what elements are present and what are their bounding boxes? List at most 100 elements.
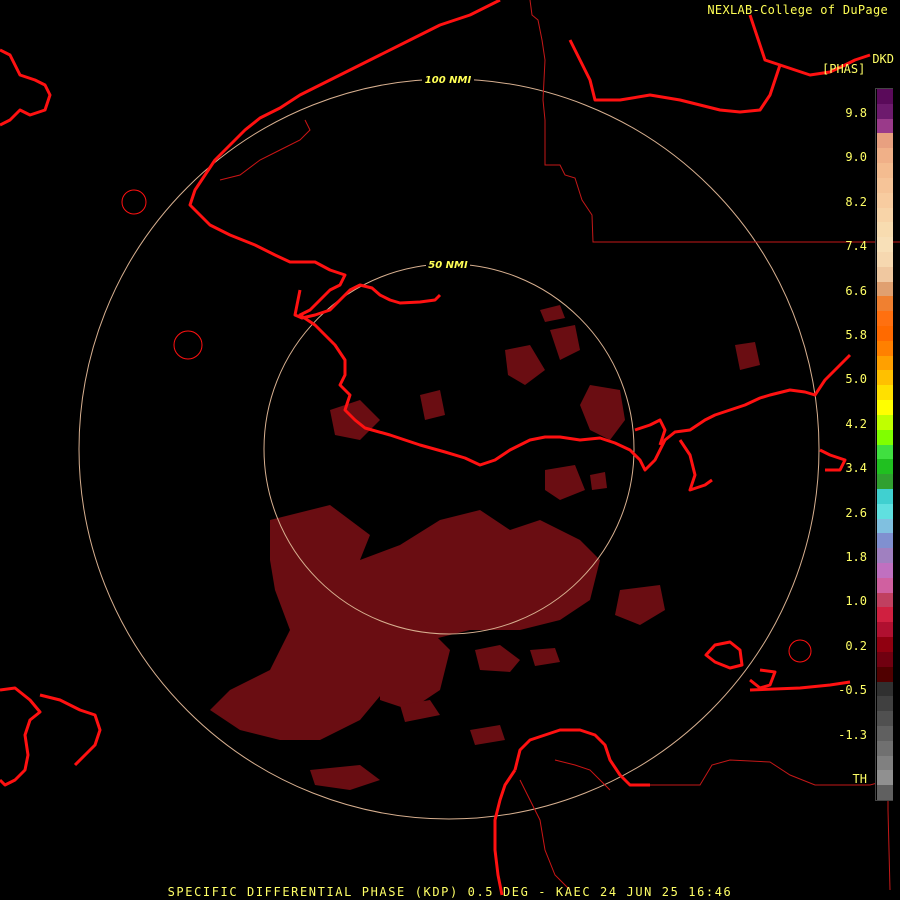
color-scale-segment	[877, 622, 893, 638]
color-scale-tick: 5.0	[845, 372, 867, 387]
color-scale-segment	[877, 681, 893, 697]
color-scale-tick: 3.4	[845, 461, 867, 476]
color-scale-tick: 5.8	[845, 328, 867, 342]
coastline	[0, 48, 52, 127]
color-scale-tick: 4.2	[845, 416, 867, 431]
color-scale-segment	[877, 281, 893, 297]
color-scale-segment	[877, 296, 893, 312]
color-scale-segment	[877, 429, 893, 445]
shoreline	[219, 119, 311, 181]
color-scale-segment	[877, 651, 893, 667]
color-scale-segment	[877, 370, 893, 386]
color-scale-segment	[877, 696, 893, 712]
color-scale-tick: 1.8	[845, 550, 867, 564]
radar-map: 100 NMI 50 NMI	[0, 0, 900, 896]
color-scale-tick: -1.3	[838, 727, 867, 742]
color-scale-segment	[877, 503, 893, 519]
shoreline-detail	[219, 119, 611, 891]
echo-region	[590, 472, 607, 490]
color-scale-segment	[877, 444, 893, 460]
color-scale-segment	[877, 607, 893, 623]
product-code: DKD	[872, 52, 894, 66]
coastline	[513, 728, 650, 787]
color-scale-segment	[877, 592, 893, 608]
coastline	[678, 439, 713, 492]
ring-label-50-nmi: 50 NMI	[428, 260, 468, 271]
coastline	[634, 418, 667, 446]
color-scale-segment	[877, 711, 893, 727]
color-scale-segment	[877, 385, 893, 401]
color-scale-segment	[877, 563, 893, 578]
state-borders	[529, 0, 900, 891]
color-scale-segment	[877, 311, 893, 327]
echo-region	[470, 725, 505, 745]
color-scale-segment	[877, 326, 893, 341]
lake	[121, 189, 147, 215]
echo-region	[310, 765, 380, 790]
lake	[788, 639, 812, 663]
color-scale-segment	[877, 355, 893, 371]
lake	[173, 330, 203, 360]
coastline	[749, 668, 777, 690]
color-scale-segment	[877, 518, 893, 534]
ring-label-100-nmi: 100 NMI	[425, 75, 472, 86]
echo-region	[530, 648, 560, 666]
coastline	[568, 39, 782, 114]
color-scale-segment	[877, 89, 893, 104]
color-scale-segment	[877, 177, 893, 193]
echo-region	[550, 325, 580, 360]
coastline	[819, 448, 847, 472]
color-scale-tick: 1.0	[845, 594, 867, 609]
range-ring-100-nmi	[78, 78, 820, 820]
color-scale-tick: TH	[852, 772, 867, 786]
echo-region	[615, 585, 665, 625]
color-scale-segment	[877, 237, 893, 253]
echo-region	[505, 345, 545, 385]
color-scale-segment	[877, 488, 893, 504]
color-scale-bar	[875, 88, 893, 801]
color-scale-segment	[877, 637, 893, 653]
color-scale-segment	[877, 103, 893, 119]
range-rings	[78, 78, 820, 820]
color-scale-segment	[877, 400, 893, 416]
credit-text: NEXLAB-College of DuPage	[707, 3, 888, 17]
units-label: [PHAS]	[822, 62, 866, 76]
coastline	[39, 693, 102, 767]
color-scale-tick: 2.6	[845, 505, 867, 520]
echo-region	[475, 645, 520, 672]
color-scale-segment	[877, 148, 893, 164]
echo-region	[545, 465, 585, 500]
echo-region	[420, 390, 445, 420]
echo-region	[540, 305, 565, 322]
color-scale-segment	[877, 725, 893, 741]
color-scale-segment	[877, 474, 893, 490]
color-scale-tick: 8.2	[845, 194, 867, 209]
color-scale-segment	[877, 222, 893, 238]
color-scale-tick: 9.0	[845, 150, 867, 165]
color-scale-segment	[877, 785, 893, 801]
color-scale-segment	[877, 414, 893, 430]
color-scale-segment	[877, 251, 893, 267]
coastline	[0, 686, 42, 787]
product-footer: SPECIFIC DIFFERENTIAL PHASE (KDP) 0.5 DE…	[167, 885, 733, 899]
color-scale-segment	[877, 770, 893, 786]
color-scale-segment	[877, 740, 893, 756]
color-scale-tick: 9.8	[845, 106, 867, 120]
color-scale-segment	[877, 459, 893, 475]
color-scale-segment	[877, 207, 893, 223]
color-scale-segment	[877, 163, 893, 179]
color-scale-segment	[877, 666, 893, 682]
color-scale-tick: 7.4	[845, 239, 867, 254]
color-scale-segment	[877, 340, 893, 356]
echo-region	[580, 385, 625, 440]
color-scale-segment	[877, 266, 893, 282]
color-scale-tick: -0.5	[838, 683, 867, 698]
echo-region	[735, 342, 760, 370]
coastline	[493, 769, 517, 896]
radar-display: 100 NMI 50 NMI NEXLAB-College of DuPage …	[0, 0, 900, 900]
color-scale-segment	[877, 192, 893, 208]
color-scale-tick: 6.6	[845, 283, 867, 298]
color-scale-segment	[877, 133, 893, 149]
color-scale-segment	[877, 548, 893, 564]
shoreline	[519, 779, 571, 891]
